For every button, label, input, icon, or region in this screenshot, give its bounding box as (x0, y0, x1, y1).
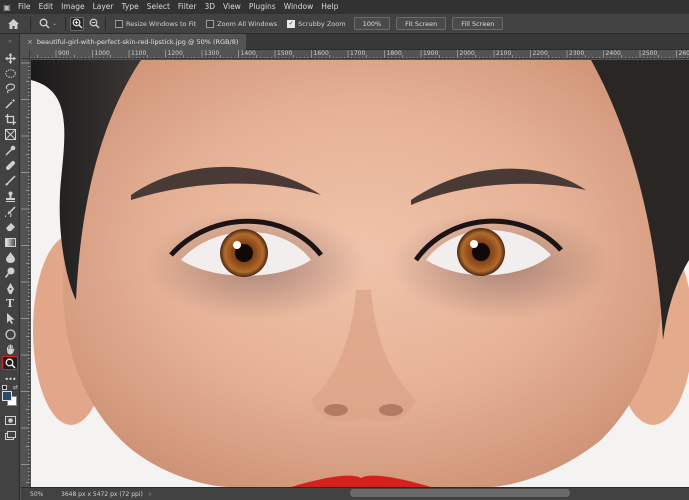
home-icon[interactable] (0, 14, 26, 34)
marquee-tool-icon[interactable] (2, 66, 18, 80)
options-bar: ⌄ Resize Windows to Fit Zoom All Windows… (0, 14, 689, 34)
chevron-down-icon: ⌄ (52, 20, 58, 27)
zoom-all-windows-checkbox[interactable]: Zoom All Windows (206, 19, 278, 28)
portrait-image (31, 60, 689, 487)
divider (105, 16, 107, 31)
ruler-label: 1900 (423, 50, 439, 57)
eyedropper-tool-icon[interactable] (2, 143, 18, 157)
menu-view[interactable]: View (219, 0, 245, 14)
resize-windows-checkbox[interactable]: Resize Windows to Fit (115, 19, 197, 28)
document-tab[interactable]: × beautiful-girl-with-perfect-skin-red-l… (21, 34, 247, 50)
resize-windows-label: Resize Windows to Fit (126, 19, 197, 28)
tool-preset-picker[interactable]: ⌄ (35, 18, 61, 29)
screen-mode-icon[interactable] (2, 428, 18, 442)
default-colors-icon[interactable] (2, 385, 7, 390)
scrubby-zoom-checkbox[interactable]: ✓ Scrubby Zoom (287, 19, 346, 28)
quick-mask-icon[interactable] (2, 413, 18, 427)
app-logo-icon: ▣ (3, 2, 11, 12)
menu-type[interactable]: Type (118, 0, 143, 14)
ellipse-tool-icon[interactable] (2, 327, 18, 341)
ruler-label: 1100 (131, 50, 147, 57)
divider (65, 16, 67, 31)
menu-edit[interactable]: Edit (35, 0, 58, 14)
gradient-tool-icon[interactable] (2, 235, 18, 249)
ruler-label: 1300 (204, 50, 220, 57)
crop-tool-icon[interactable] (2, 112, 18, 126)
menu-select[interactable]: Select (143, 0, 174, 14)
checkbox-box-checked[interactable]: ✓ (287, 19, 296, 28)
ruler-label: 2500 (642, 50, 658, 57)
move-tool-icon[interactable] (2, 51, 18, 65)
collapse-icon[interactable]: » (2, 34, 18, 48)
photoshop-window: ▣ File Edit Image Layer Type Select Filt… (0, 0, 689, 500)
horizontal-ruler[interactable]: 900 1000 1100 1200 1300 1400 1500 1600 1700 1800 1… (30, 50, 689, 59)
clone-stamp-tool-icon[interactable] (2, 189, 18, 203)
menu-file[interactable]: File (14, 0, 35, 14)
menu-layer[interactable]: Layer (89, 0, 118, 14)
hand-tool-icon[interactable] (2, 342, 18, 356)
ruler-label: 2200 (532, 50, 548, 57)
blur-tool-icon[interactable] (2, 250, 18, 264)
ruler-label: 2300 (569, 50, 585, 57)
document-tab-bar: × beautiful-girl-with-perfect-skin-red-l… (21, 34, 689, 50)
ruler-label: 1200 (167, 50, 183, 57)
zoom-in-button[interactable] (70, 16, 85, 31)
ruler-label: 900 (58, 50, 70, 57)
zoom-100-button[interactable]: 100% (353, 17, 391, 30)
healing-brush-tool-icon[interactable] (2, 158, 18, 172)
zoom-icon (39, 18, 50, 29)
foreground-color-swatch[interactable] (2, 391, 12, 401)
chevron-right-icon[interactable]: › (149, 491, 151, 498)
document-title: beautiful-girl-with-perfect-skin-red-lip… (36, 38, 239, 46)
document-canvas[interactable] (31, 60, 689, 487)
ruler-label: 1400 (240, 50, 256, 57)
horizontal-scrollbar[interactable] (350, 489, 570, 497)
menu-window[interactable]: Window (280, 0, 318, 14)
lasso-tool-icon[interactable] (2, 81, 18, 95)
menu-plugins[interactable]: Plugins (245, 0, 280, 14)
ruler-label: 2000 (459, 50, 475, 57)
ruler-label: 1500 (277, 50, 293, 57)
ruler-origin[interactable] (21, 50, 30, 59)
scrubby-zoom-label: Scrubby Zoom (298, 19, 346, 28)
ruler-label: 1000 (94, 50, 110, 57)
fit-screen-button[interactable]: Fit Screen (396, 17, 447, 30)
zoom-out-button[interactable] (87, 17, 101, 31)
divider (30, 16, 31, 31)
eraser-tool-icon[interactable] (2, 219, 18, 233)
zoom-all-windows-label: Zoom All Windows (217, 19, 278, 28)
ruler-label: 1600 (313, 50, 329, 57)
menu-image[interactable]: Image (57, 0, 89, 14)
vertical-ruler[interactable] (21, 59, 30, 486)
zoom-in-icon (72, 18, 83, 29)
pen-tool-icon[interactable] (2, 281, 18, 295)
ruler-label: 1800 (386, 50, 402, 57)
type-tool-icon[interactable]: T (2, 296, 18, 310)
ruler-label: 1700 (350, 50, 366, 57)
ruler-label: 2100 (496, 50, 512, 57)
menu-help[interactable]: Help (317, 0, 342, 14)
menu-bar: ▣ File Edit Image Layer Type Select Filt… (0, 0, 689, 14)
magic-wand-tool-icon[interactable] (2, 96, 18, 110)
history-brush-tool-icon[interactable] (2, 204, 18, 218)
ruler-label: 2400 (605, 50, 621, 57)
zoom-out-icon (89, 18, 100, 29)
fill-screen-button[interactable]: Fill Screen (452, 17, 504, 30)
tools-panel: » T ••• ⇄ (0, 34, 20, 500)
checkbox-box[interactable] (206, 19, 215, 28)
brush-tool-icon[interactable] (2, 173, 18, 187)
menu-3d[interactable]: 3D (200, 0, 219, 14)
swap-colors-icon[interactable]: ⇄ (13, 384, 18, 391)
path-selection-tool-icon[interactable] (2, 311, 18, 325)
status-document-info: 3648 px x 5472 px (72 ppi) (61, 490, 143, 498)
status-zoom-level[interactable]: 50% (21, 491, 51, 498)
menu-filter[interactable]: Filter (174, 0, 201, 14)
frame-tool-icon[interactable] (2, 127, 18, 141)
close-icon[interactable]: × (27, 38, 33, 46)
zoom-tool-icon[interactable] (2, 356, 18, 370)
dodge-tool-icon[interactable] (2, 265, 18, 279)
checkbox-box[interactable] (115, 19, 124, 28)
ruler-label: 2600 (678, 50, 689, 57)
